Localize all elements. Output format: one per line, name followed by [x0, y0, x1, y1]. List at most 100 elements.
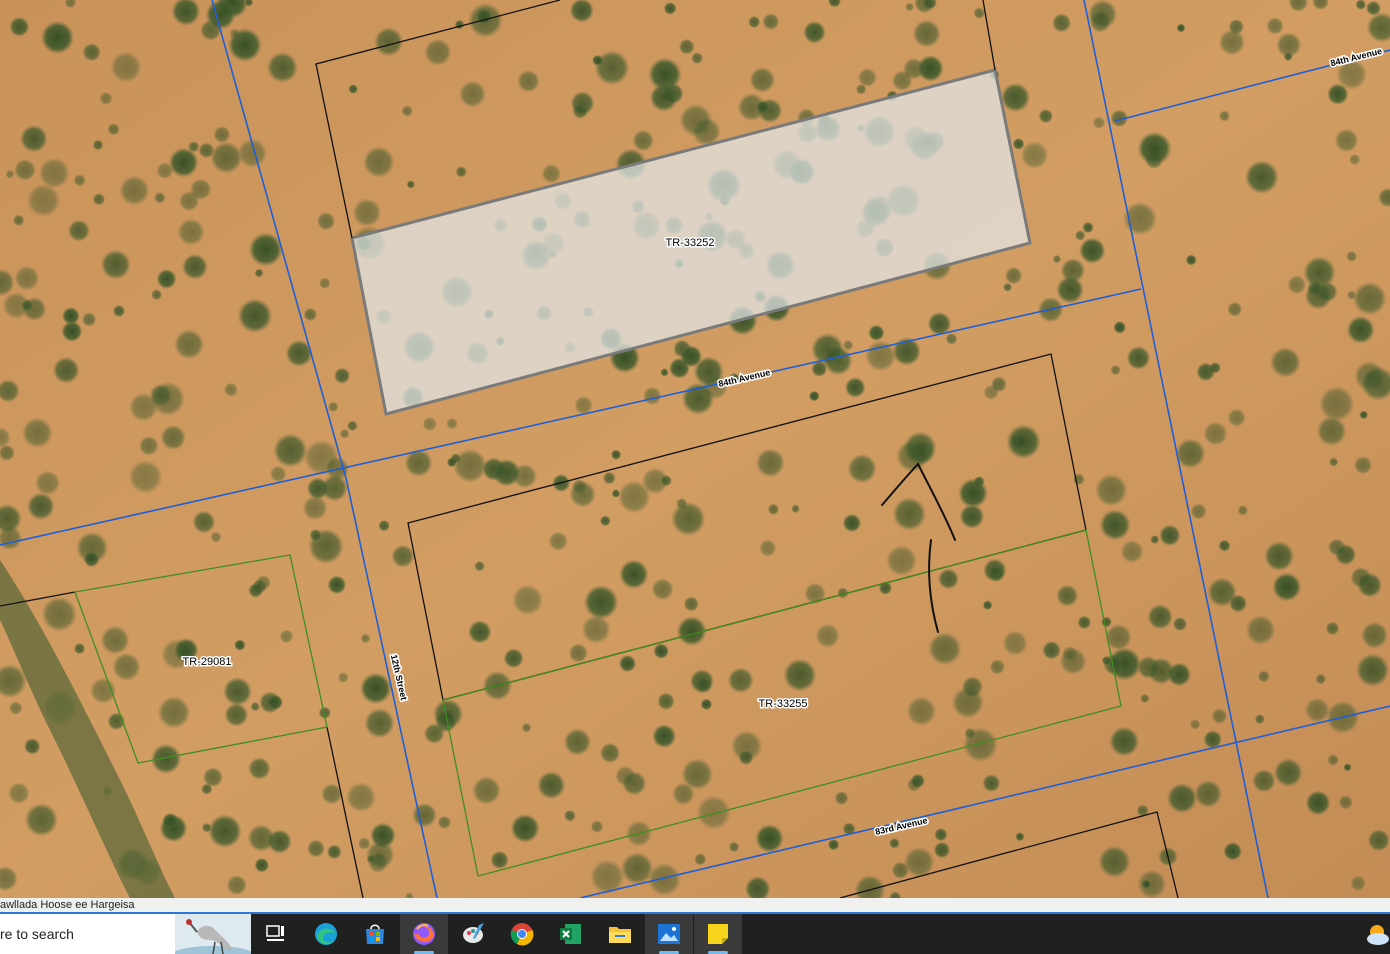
file-explorer-icon[interactable] — [596, 914, 644, 954]
map-view[interactable]: TR-33252 TR-33255 TR-29081 84th Avenue 8… — [0, 0, 1390, 898]
shrub — [378, 519, 390, 532]
shrub — [1109, 726, 1140, 757]
shrub — [602, 471, 616, 485]
shrub — [13, 214, 25, 226]
shrub — [599, 742, 621, 764]
firefox-icon[interactable] — [400, 914, 448, 954]
parcel-label-tr-33255[interactable]: TR-33255 — [757, 697, 809, 712]
shrub — [472, 776, 501, 805]
shrub — [446, 417, 458, 430]
shrub — [1272, 572, 1302, 602]
shrub — [982, 600, 993, 610]
shrub — [683, 596, 699, 612]
shrub — [207, 814, 242, 849]
shrub — [611, 489, 621, 498]
shrub — [1052, 13, 1072, 33]
shrub — [1101, 616, 1112, 628]
taskbar-search-box[interactable]: re to search — [0, 914, 251, 954]
shrub — [653, 643, 669, 659]
shrub — [503, 648, 524, 669]
shrub — [1141, 879, 1151, 889]
parcel-label-tr-29081[interactable]: TR-29081 — [181, 655, 233, 670]
crane-bird-icon — [175, 914, 251, 954]
shrub — [110, 51, 142, 83]
shrub — [847, 453, 877, 484]
shrub — [273, 433, 308, 468]
shrub — [81, 312, 97, 327]
shrub — [892, 497, 927, 531]
search-placeholder[interactable]: re to search — [0, 926, 74, 942]
shrub — [938, 568, 959, 590]
shrub — [728, 841, 740, 853]
shrub — [945, 333, 958, 345]
shrub — [365, 840, 395, 870]
shrub — [572, 479, 587, 494]
photos-icon[interactable] — [645, 914, 693, 954]
shrub — [907, 777, 921, 792]
shrub — [759, 539, 777, 557]
shrub — [38, 157, 70, 189]
shrub — [1074, 230, 1086, 241]
shrub — [1346, 290, 1357, 300]
shrub — [23, 738, 41, 755]
paint-icon[interactable] — [450, 914, 498, 954]
shrub — [973, 7, 986, 19]
shrub — [1082, 221, 1094, 234]
shrub — [492, 458, 521, 487]
shrub — [9, 16, 30, 37]
shrub — [360, 633, 371, 644]
shrub — [1209, 362, 1221, 374]
edge-icon[interactable] — [302, 914, 350, 954]
shrub — [150, 743, 182, 775]
shrub — [437, 815, 452, 830]
shrub — [490, 850, 509, 870]
shrub — [815, 623, 840, 648]
shrub — [192, 510, 216, 534]
store-icon[interactable] — [351, 914, 399, 954]
shrub — [834, 791, 849, 806]
weather-sun-cloud-icon[interactable] — [1364, 922, 1390, 948]
shrub — [160, 424, 186, 451]
sticky-notes-icon[interactable] — [694, 914, 742, 954]
shrub — [89, 677, 117, 704]
shrub — [581, 614, 611, 645]
shrub — [727, 667, 754, 694]
shrub — [1102, 653, 1125, 675]
shrub — [1287, 275, 1307, 295]
shrub — [1079, 237, 1106, 264]
shrub — [670, 501, 706, 537]
shrub — [537, 771, 566, 800]
shrub — [24, 802, 59, 837]
shrub — [928, 631, 962, 666]
parcel-label-tr-33252[interactable]: TR-33252 — [664, 236, 716, 251]
shrub — [339, 428, 350, 439]
shrub — [234, 639, 246, 651]
chrome-icon[interactable] — [498, 914, 546, 954]
shrub — [201, 822, 212, 833]
shrub — [678, 38, 695, 55]
shrub — [224, 702, 249, 727]
shrub — [1006, 424, 1041, 460]
shrub — [107, 123, 120, 136]
shrub — [905, 2, 914, 12]
shrub — [252, 579, 267, 594]
shrub — [1092, 116, 1106, 129]
task-view-icon[interactable] — [252, 914, 300, 954]
shrub — [521, 722, 532, 733]
shrub — [642, 386, 662, 406]
shrub — [592, 54, 603, 66]
shrub — [1042, 640, 1061, 660]
excel-icon[interactable] — [547, 914, 595, 954]
shrub — [755, 448, 785, 478]
shrub — [615, 765, 636, 786]
shrub — [14, 265, 40, 291]
shrub — [1099, 509, 1131, 541]
shrub — [599, 515, 611, 527]
shrub — [279, 629, 294, 644]
shrub — [188, 141, 200, 153]
shrub — [1266, 17, 1284, 35]
shrub — [611, 449, 622, 460]
shrub — [1353, 456, 1373, 475]
satellite-map[interactable]: TR-33252 TR-33255 TR-29081 84th Avenue 8… — [0, 0, 1390, 898]
shrub — [574, 395, 593, 415]
